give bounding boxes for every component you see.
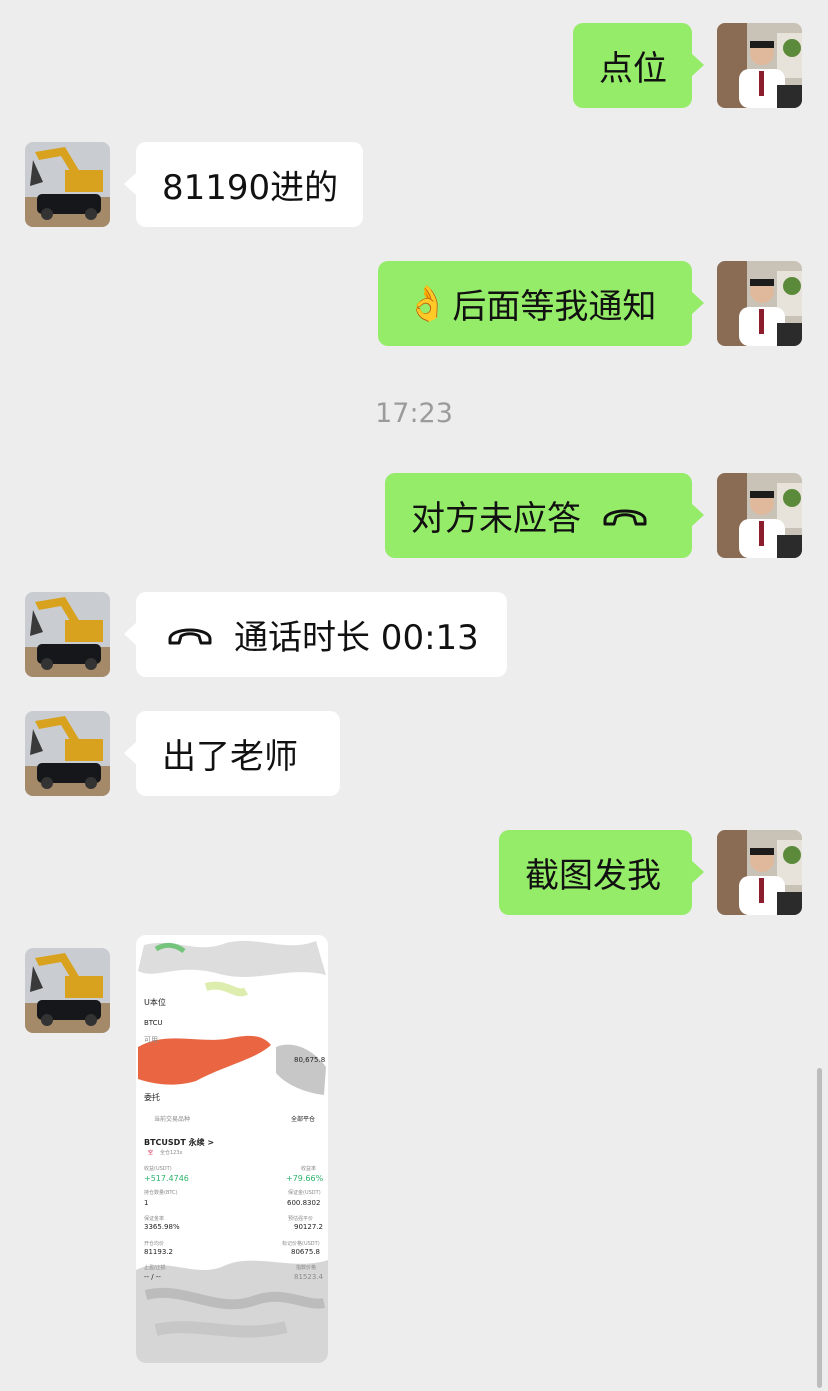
pnl-label: 收益(USDT) bbox=[144, 1166, 172, 1172]
margin-label: 保证金(USDT) bbox=[288, 1190, 321, 1196]
contact-avatar-image bbox=[25, 948, 110, 1033]
contact-avatar[interactable] bbox=[25, 948, 110, 1033]
chat-timestamp: 17:23 bbox=[375, 398, 453, 429]
message-text: 后面等我通知 bbox=[452, 287, 657, 327]
message-text: 截图发我 bbox=[525, 856, 661, 896]
message-text: 点位 bbox=[599, 49, 667, 89]
message-text: 81190进的 bbox=[162, 168, 339, 208]
roe-value: +79.66% bbox=[286, 1174, 324, 1183]
my-avatar[interactable] bbox=[717, 473, 802, 558]
open-label: 开仓均价 bbox=[144, 1241, 165, 1247]
contact-avatar-image bbox=[25, 592, 110, 677]
contact-avatar-image bbox=[25, 142, 110, 227]
pnl-value: +517.4746 bbox=[144, 1174, 189, 1183]
phone-hangup-icon bbox=[168, 628, 212, 644]
call-record-bubble-outgoing[interactable]: 对方未应答 bbox=[385, 473, 704, 558]
message-text: 对方未应答 bbox=[411, 499, 581, 539]
side-badge: 空 bbox=[148, 1150, 154, 1156]
message-bubble-outgoing[interactable]: 点位 bbox=[573, 23, 704, 108]
index-value: 81523.4 bbox=[294, 1273, 323, 1281]
message-bubble-incoming[interactable]: 81190进的 bbox=[124, 142, 363, 227]
margin-value: 600.8302 bbox=[287, 1199, 321, 1207]
tab-orders: 委托 bbox=[144, 1093, 160, 1102]
mark-value: 80675.8 bbox=[291, 1248, 320, 1256]
my-avatar-image bbox=[717, 830, 802, 915]
ok-hand-emoji-icon: 👌 bbox=[406, 283, 449, 324]
open-value: 81193.2 bbox=[144, 1248, 173, 1256]
message-bubble-outgoing[interactable]: 截图发我 bbox=[499, 830, 704, 915]
index-label: 指数价格 bbox=[296, 1265, 317, 1271]
call-record-bubble-incoming[interactable]: 通话时长 00:13 bbox=[124, 592, 507, 677]
show-current-label: 当前交易品种 bbox=[154, 1116, 191, 1123]
contact-avatar-image bbox=[25, 711, 110, 796]
my-avatar[interactable] bbox=[717, 261, 802, 346]
roe-label: 收益率 bbox=[301, 1166, 317, 1172]
liq-label: 预估强平价 bbox=[288, 1216, 314, 1222]
my-avatar[interactable] bbox=[717, 830, 802, 915]
ticker-short: BTCU bbox=[144, 1019, 163, 1027]
chat-scrollbar[interactable] bbox=[817, 1068, 822, 1388]
my-avatar[interactable] bbox=[717, 23, 802, 108]
size-value: 1 bbox=[144, 1199, 149, 1207]
tpsl-label: 止盈/止损 bbox=[144, 1265, 166, 1271]
liq-value: 90127.2 bbox=[294, 1223, 323, 1231]
message-text: 通话时长 00:13 bbox=[234, 618, 479, 658]
my-avatar-image bbox=[717, 473, 802, 558]
size-label: 持仓数量(BTC) bbox=[144, 1190, 178, 1196]
my-avatar-image bbox=[717, 261, 802, 346]
message-bubble-outgoing[interactable]: 👌 后面等我通知 bbox=[378, 261, 704, 346]
ratio-label: 保证金率 bbox=[144, 1216, 165, 1222]
message-text: 出了老师 bbox=[162, 737, 298, 777]
price-top: 80,675.8 bbox=[294, 1056, 326, 1064]
phone-hangup-icon bbox=[603, 509, 647, 525]
contact-avatar[interactable] bbox=[25, 592, 110, 677]
close-all-button: 全部平仓 bbox=[291, 1116, 316, 1123]
tpsl-value: -- / -- bbox=[144, 1273, 161, 1281]
contact-avatar[interactable] bbox=[25, 711, 110, 796]
image-message-trading-screenshot[interactable]: U本位 BTCU 可用 80,675.8 委托 当前交易品种 全部平仓 BTCU… bbox=[136, 935, 328, 1363]
symbol-title: BTCUSDT 永续 > bbox=[144, 1138, 215, 1147]
message-bubble-incoming[interactable]: 出了老师 bbox=[124, 711, 340, 796]
leverage-badge: 全仓123x bbox=[160, 1150, 183, 1156]
available-label: 可用 bbox=[144, 1036, 158, 1044]
ratio-value: 3365.98% bbox=[144, 1223, 180, 1231]
mark-label: 标记价格(USDT) bbox=[282, 1241, 320, 1247]
contact-avatar[interactable] bbox=[25, 142, 110, 227]
tab-u-margin: U本位 bbox=[144, 998, 166, 1007]
my-avatar-image bbox=[717, 23, 802, 108]
